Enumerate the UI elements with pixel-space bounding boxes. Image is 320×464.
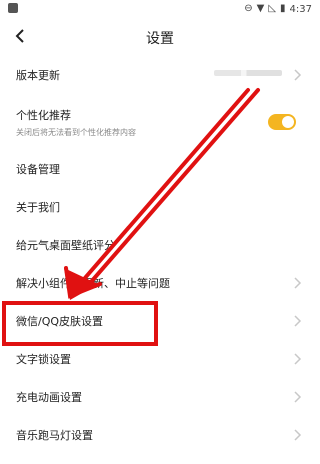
settings-item-charging-animation[interactable]: 充电动画设置 — [0, 378, 320, 416]
chevron-right-icon — [294, 277, 302, 289]
settings-item-rate-app[interactable]: 给元气桌面壁纸评分 — [0, 226, 320, 264]
settings-item-label: 解决小组件不更新、中止等问题 — [16, 277, 170, 290]
settings-item-version-update[interactable]: 版本更新 — [0, 56, 320, 94]
chevron-right-icon — [294, 315, 302, 327]
battery-icon: ▮ — [280, 3, 286, 14]
page-title: 设置 — [146, 31, 174, 47]
settings-list: 版本更新 个性化推荐 关闭后将无法看到个性化推荐内容 设备管理 关于我们 给元气… — [0, 56, 320, 454]
settings-item-device-management[interactable]: 设备管理 — [0, 150, 320, 188]
settings-item-widget-fix[interactable]: 解决小组件不更新、中止等问题 — [0, 264, 320, 302]
toggle-knob — [282, 116, 294, 128]
settings-item-label: 文字锁设置 — [16, 353, 71, 366]
status-bar: ⊖ ▼ ◺ ▮ 4:37 — [0, 0, 320, 18]
status-time: 4:37 — [289, 3, 312, 15]
chevron-right-icon — [294, 429, 302, 441]
status-icons: ⊖ ▼ ◺ ▮ 4:37 — [244, 1, 312, 17]
settings-item-personalized-recommend: 个性化推荐 关闭后将无法看到个性化推荐内容 — [0, 94, 320, 150]
no-signal-icon: ◺ — [268, 3, 277, 14]
settings-item-description: 关闭后将无法看到个性化推荐内容 — [16, 127, 136, 137]
settings-item-label: 关于我们 — [16, 201, 60, 214]
settings-item-label: 音乐跑马灯设置 — [16, 429, 93, 442]
settings-item-label: 个性化推荐 — [16, 108, 71, 122]
chevron-right-icon — [294, 391, 302, 403]
wifi-icon: ▼ — [256, 3, 265, 14]
notification-icon — [8, 3, 18, 13]
nav-bar: 设置 — [0, 18, 320, 56]
chevron-right-icon — [294, 69, 302, 81]
settings-item-music-marquee[interactable]: 音乐跑马灯设置 — [0, 416, 320, 454]
settings-item-label: 设备管理 — [16, 163, 60, 176]
settings-item-about-us[interactable]: 关于我们 — [0, 188, 320, 226]
annotation-highlight-box — [2, 301, 158, 346]
settings-item-label: 充电动画设置 — [16, 391, 82, 404]
version-blurred-value — [214, 70, 282, 76]
settings-item-label: 版本更新 — [16, 69, 60, 82]
settings-item-label: 给元气桌面壁纸评分 — [16, 239, 115, 252]
chevron-right-icon — [294, 353, 302, 365]
personalized-recommend-toggle[interactable] — [268, 114, 296, 130]
do-not-disturb-icon: ⊖ — [244, 3, 253, 14]
